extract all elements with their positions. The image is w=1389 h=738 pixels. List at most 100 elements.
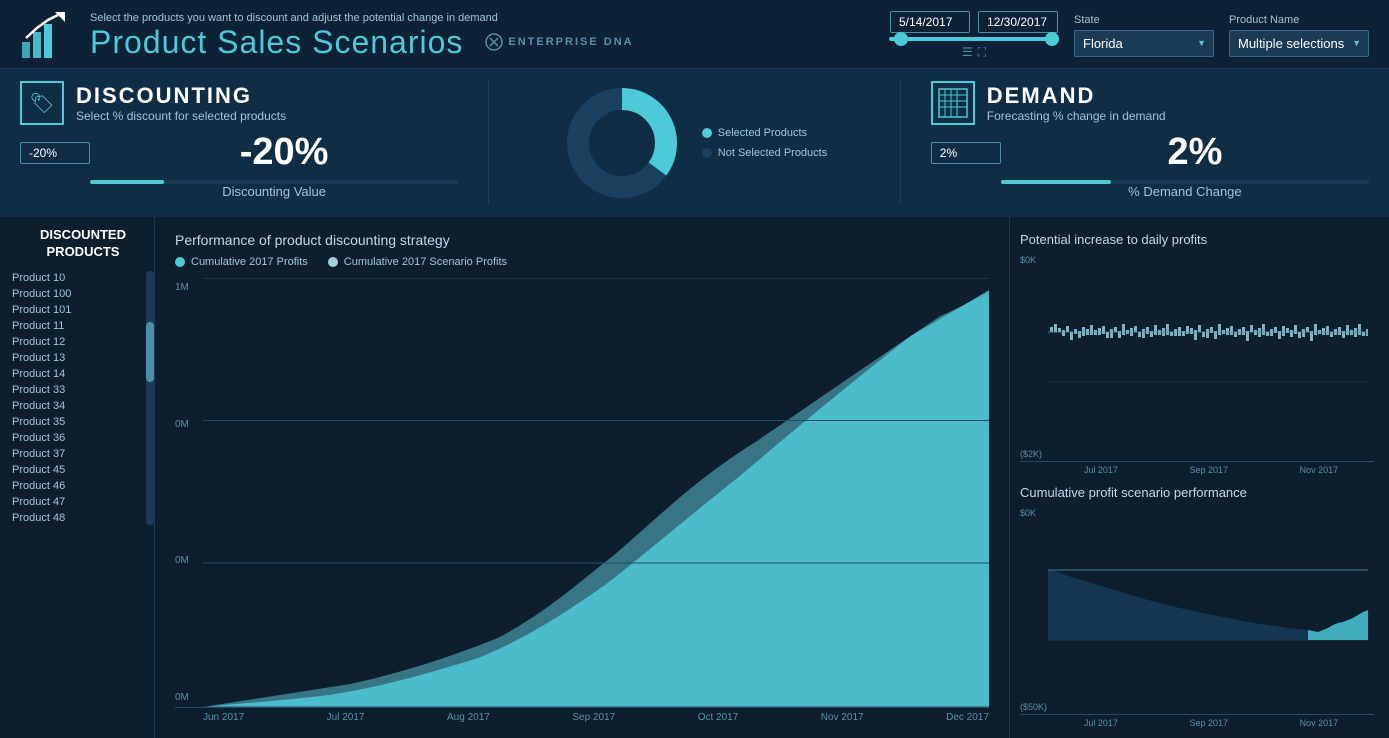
cumulative-scenario-area: $0K ($50K) <box>1020 506 1374 715</box>
selected-label: Selected Products <box>718 127 807 139</box>
demand-slider[interactable] <box>1001 180 1369 184</box>
donut-chart <box>562 83 682 203</box>
brand-text: ENTERPRISE DNA <box>508 36 633 48</box>
grid-lines <box>203 278 989 707</box>
x-label-jun: Jun 2017 <box>203 712 244 723</box>
products-scrollbar[interactable] <box>146 271 154 525</box>
date-slider-thumb-right[interactable] <box>1045 32 1059 46</box>
list-item[interactable]: Product 14 <box>12 367 142 381</box>
main-chart-title: Performance of product discounting strat… <box>175 232 989 248</box>
legend-scenario: Cumulative 2017 Scenario Profits <box>328 256 507 268</box>
demand-sublabel: % Demand Change <box>1001 184 1369 199</box>
x-label-jul: Jul 2017 <box>327 712 365 723</box>
list-item[interactable]: Product 11 <box>12 319 142 333</box>
not-selected-label: Not Selected Products <box>718 147 827 159</box>
header-controls: ☰ ⛶ State Florida California Texas Produ… <box>889 11 1369 60</box>
x-jul: Jul 2017 <box>1084 465 1118 475</box>
date-slider-thumb-left[interactable] <box>894 32 908 46</box>
date-range: ☰ ⛶ <box>889 11 1059 60</box>
not-selected-dot <box>702 148 712 158</box>
date-slider[interactable] <box>889 37 1059 41</box>
scrollbar-thumb[interactable] <box>146 322 154 382</box>
list-item[interactable]: Product 34 <box>12 399 142 413</box>
demand-title-group: DEMAND Forecasting % change in demand <box>987 83 1166 123</box>
products-sidebar: DISCOUNTEDPRODUCTS Product 10 Product 100… <box>0 217 155 738</box>
filter-icon[interactable]: ☰ <box>962 45 973 60</box>
expand-icon[interactable]: ⛶ <box>978 45 986 60</box>
x-label-oct: Oct 2017 <box>698 712 739 723</box>
demand-title: DEMAND <box>987 83 1166 109</box>
legend-profits-label: Cumulative 2017 Profits <box>191 256 308 268</box>
daily-profits-svg <box>1048 253 1368 461</box>
logo-icon <box>20 10 70 60</box>
dna-icon <box>485 33 503 51</box>
state-select-wrapper: Florida California Texas <box>1074 30 1214 57</box>
divider-2 <box>900 81 901 205</box>
metrics-panel: 🏷 DISCOUNTING Select % discount for sele… <box>0 69 1389 217</box>
list-item[interactable]: Product 101 <box>12 303 142 317</box>
demand-section: DEMAND Forecasting % change in demand 2%… <box>931 81 1369 205</box>
daily-y-2k: ($2K) <box>1020 449 1042 459</box>
state-filter-group: State Florida California Texas <box>1074 14 1214 57</box>
x-sep: Sep 2017 <box>1189 465 1228 475</box>
date-start-input[interactable] <box>890 11 970 33</box>
donut-section: Selected Products Not Selected Products <box>519 81 870 205</box>
product-name-label: Product Name <box>1229 14 1369 26</box>
legend-profits: Cumulative 2017 Profits <box>175 256 308 268</box>
y-label-0m-2: 0M <box>175 419 189 430</box>
brand-logo: ENTERPRISE DNA <box>485 33 633 51</box>
donut-svg <box>562 83 682 203</box>
discounting-section: 🏷 DISCOUNTING Select % discount for sele… <box>20 81 458 205</box>
right-charts: Potential increase to daily profits $0K … <box>1009 217 1389 738</box>
cum-x-sep: Sep 2017 <box>1189 718 1228 728</box>
list-item[interactable]: Product 46 <box>12 479 142 493</box>
discounting-value-row: -20% <box>20 131 458 174</box>
list-item[interactable]: Product 48 <box>12 511 142 525</box>
legend-scenario-label: Cumulative 2017 Scenario Profits <box>344 256 507 268</box>
y-label-1m: 1M <box>175 282 189 293</box>
discounting-title-group: DISCOUNTING Select % discount for select… <box>76 83 286 123</box>
demand-value: 2% <box>1021 131 1369 174</box>
cumulative-x-labels: Jul 2017 Sep 2017 Nov 2017 <box>1020 715 1374 728</box>
header-logo <box>20 10 70 60</box>
header-title-block: Select the products you want to discount… <box>90 12 634 58</box>
products-title: DISCOUNTEDPRODUCTS <box>12 227 154 261</box>
discounting-slider[interactable] <box>90 180 458 184</box>
main-content: DISCOUNTEDPRODUCTS Product 10 Product 100… <box>0 217 1389 738</box>
list-item[interactable]: Product 13 <box>12 351 142 365</box>
state-select[interactable]: Florida California Texas <box>1074 30 1214 57</box>
list-item[interactable]: Product 100 <box>12 287 142 301</box>
demand-slider-fill <box>1001 180 1111 184</box>
list-item[interactable]: Product 33 <box>12 383 142 397</box>
list-item[interactable]: Product 35 <box>12 415 142 429</box>
cumulative-y-0k: $0K <box>1020 508 1047 518</box>
cumulative-scenario-title: Cumulative profit scenario performance <box>1020 485 1374 500</box>
main-chart: 1M 0M 0M 0M <box>175 278 989 708</box>
discounting-sublabel: Discounting Value <box>90 184 458 199</box>
list-item[interactable]: Product 36 <box>12 431 142 445</box>
discounting-slider-fill <box>90 180 164 184</box>
x-label-sep: Sep 2017 <box>572 712 615 723</box>
discounting-icon: 🏷 <box>29 91 54 116</box>
x-axis-labels: Jun 2017 Jul 2017 Aug 2017 Sep 2017 Oct … <box>175 708 989 723</box>
x-label-dec: Dec 2017 <box>946 712 989 723</box>
demand-desc: Forecasting % change in demand <box>987 109 1166 123</box>
list-item[interactable]: Product 45 <box>12 463 142 477</box>
product-name-select[interactable]: Multiple selections Product 10 <box>1229 30 1369 57</box>
donut-label-selected: Selected Products <box>702 127 827 139</box>
list-item[interactable]: Product 47 <box>12 495 142 509</box>
y-label-0m-1: 0M <box>175 555 189 566</box>
legend-dot-profits <box>175 257 185 267</box>
list-item[interactable]: Product 37 <box>12 447 142 461</box>
charts-area: Performance of product discounting strat… <box>155 217 1009 738</box>
list-item[interactable]: Product 12 <box>12 335 142 349</box>
products-list: Product 10 Product 100 Product 101 Product … <box>12 271 142 525</box>
discounting-input[interactable] <box>20 142 90 164</box>
demand-input[interactable] <box>931 142 1001 164</box>
page-title: Product Sales Scenarios <box>90 26 463 58</box>
cum-x-nov: Nov 2017 <box>1300 718 1339 728</box>
demand-icon <box>937 87 969 119</box>
date-end-input[interactable] <box>978 11 1058 33</box>
list-item[interactable]: Product 10 <box>12 271 142 285</box>
discounting-icon-box: 🏷 <box>20 81 64 125</box>
